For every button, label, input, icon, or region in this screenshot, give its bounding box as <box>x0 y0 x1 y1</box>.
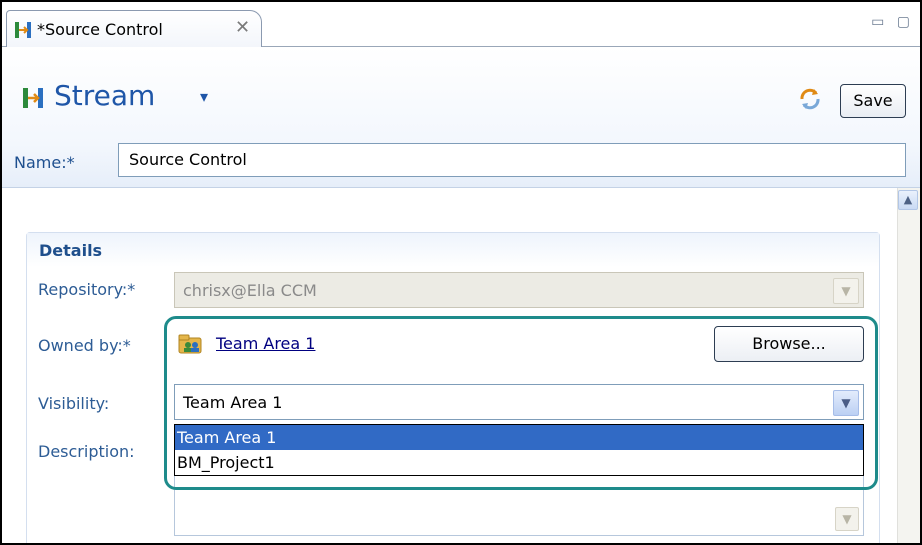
sync-icon[interactable] <box>796 85 824 113</box>
tab-source-control[interactable]: *Source Control ✕ <box>6 10 262 47</box>
page-title: Stream <box>54 79 156 112</box>
owned-by-link[interactable]: Team Area 1 <box>216 334 315 353</box>
repository-label: Repository:* <box>38 280 136 299</box>
visibility-label: Visibility: <box>38 394 110 413</box>
tab-title: *Source Control <box>37 20 163 39</box>
description-field[interactable]: ▼ <box>174 476 864 536</box>
dropdown-option[interactable]: BM_Project1 <box>175 450 863 475</box>
visibility-dropdown: Team Area 1 BM_Project1 <box>174 424 864 476</box>
chevron-down-icon[interactable]: ▼ <box>835 507 859 531</box>
minimize-icon[interactable]: ▭ <box>871 14 884 30</box>
close-icon[interactable]: ✕ <box>235 17 250 38</box>
repository-value: chrisx@Ella CCM <box>183 281 317 300</box>
visibility-value: Team Area 1 <box>183 393 283 412</box>
name-field[interactable]: Source Control <box>118 143 906 177</box>
browse-button[interactable]: Browse... <box>714 326 864 362</box>
name-label: Name:* <box>14 153 75 172</box>
description-label: Description: <box>38 442 135 461</box>
team-area-icon <box>178 334 202 354</box>
vertical-scrollbar[interactable] <box>897 188 920 543</box>
editor-tab-bar: *Source Control ✕ ▭ ▢ <box>2 2 920 47</box>
visibility-select[interactable]: Team Area 1 ▼ <box>174 384 864 420</box>
section-title: Details <box>39 241 103 260</box>
window-controls: ▭ ▢ <box>863 14 910 30</box>
scroll-up-icon[interactable]: ▲ <box>898 190 918 210</box>
dropdown-option[interactable]: Team Area 1 <box>175 425 863 450</box>
chevron-down-icon: ▼ <box>833 278 859 304</box>
editor-header: Stream ▾ Save Name:* Source Control <box>2 47 920 188</box>
editor-content: ▲ Details Repository:* chrisx@Ella CCM ▼… <box>2 188 920 543</box>
chevron-down-icon[interactable]: ▼ <box>833 390 859 416</box>
stream-icon <box>15 22 31 38</box>
chevron-down-icon[interactable]: ▾ <box>200 87 208 106</box>
repository-select: chrisx@Ella CCM ▼ <box>174 272 864 308</box>
details-header[interactable]: Details <box>27 233 879 267</box>
stream-icon <box>23 88 43 108</box>
maximize-icon[interactable]: ▢ <box>897 14 910 30</box>
owned-by-label: Owned by:* <box>38 336 131 355</box>
save-button[interactable]: Save <box>840 84 906 118</box>
editor-window: *Source Control ✕ ▭ ▢ Stream ▾ Save Name… <box>0 0 922 545</box>
